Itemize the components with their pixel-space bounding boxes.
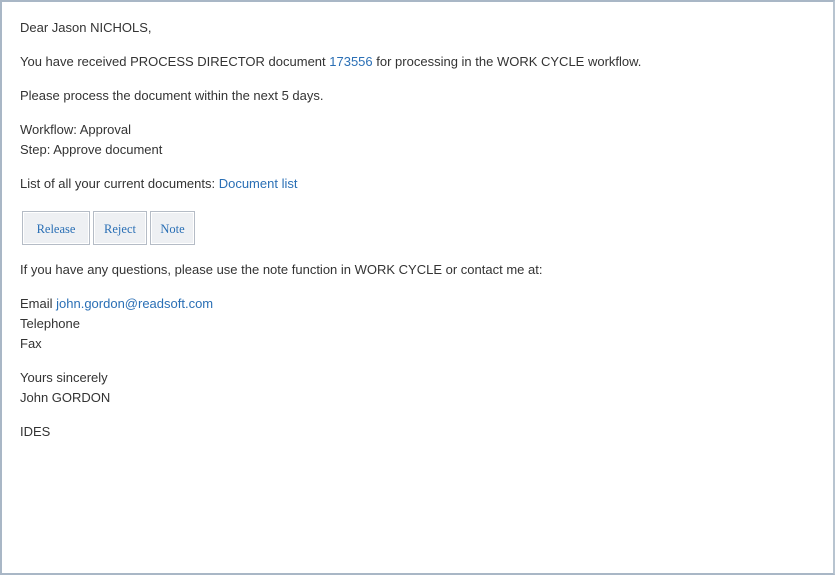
step-line: Step: Approve document: [20, 142, 163, 157]
received-prefix: You have received PROCESS DIRECTOR docum…: [20, 54, 330, 69]
organization-name: IDES: [20, 424, 51, 439]
document-list-link[interactable]: Document list: [219, 176, 298, 191]
note-button[interactable]: Note: [150, 211, 195, 245]
email-body: Dear Jason NICHOLS, You have received PR…: [20, 18, 823, 442]
received-notice: You have received PROCESS DIRECTOR docum…: [20, 52, 823, 72]
telephone-line: Telephone: [20, 316, 80, 331]
document-number-link[interactable]: 173556: [329, 54, 372, 69]
workflow-line: Workflow: Approval: [20, 122, 132, 137]
email-address-link[interactable]: john.gordon@readsoft.com: [56, 296, 213, 311]
email-message-frame: Dear Jason NICHOLS, You have received PR…: [0, 0, 835, 575]
received-suffix: for processing in the WORK CYCLE workflo…: [372, 54, 642, 69]
contact-email-line: Email john.gordon@readsoft.com: [20, 294, 823, 314]
process-instruction: Please process the document within the n…: [20, 88, 324, 103]
closing-line: Yours sincerely: [20, 370, 108, 385]
email-label: Email: [20, 296, 57, 311]
action-buttons: Release Reject Note: [22, 211, 823, 245]
sender-name: John GORDON: [20, 390, 111, 405]
fax-line: Fax: [20, 336, 42, 351]
release-button[interactable]: Release: [22, 211, 90, 245]
document-list-prefix: List of all your current documents:: [20, 176, 219, 191]
questions-line: If you have any questions, please use th…: [20, 262, 543, 277]
greeting: Dear Jason NICHOLS,: [20, 20, 152, 35]
reject-button[interactable]: Reject: [93, 211, 147, 245]
document-list-line: List of all your current documents: Docu…: [20, 174, 823, 194]
